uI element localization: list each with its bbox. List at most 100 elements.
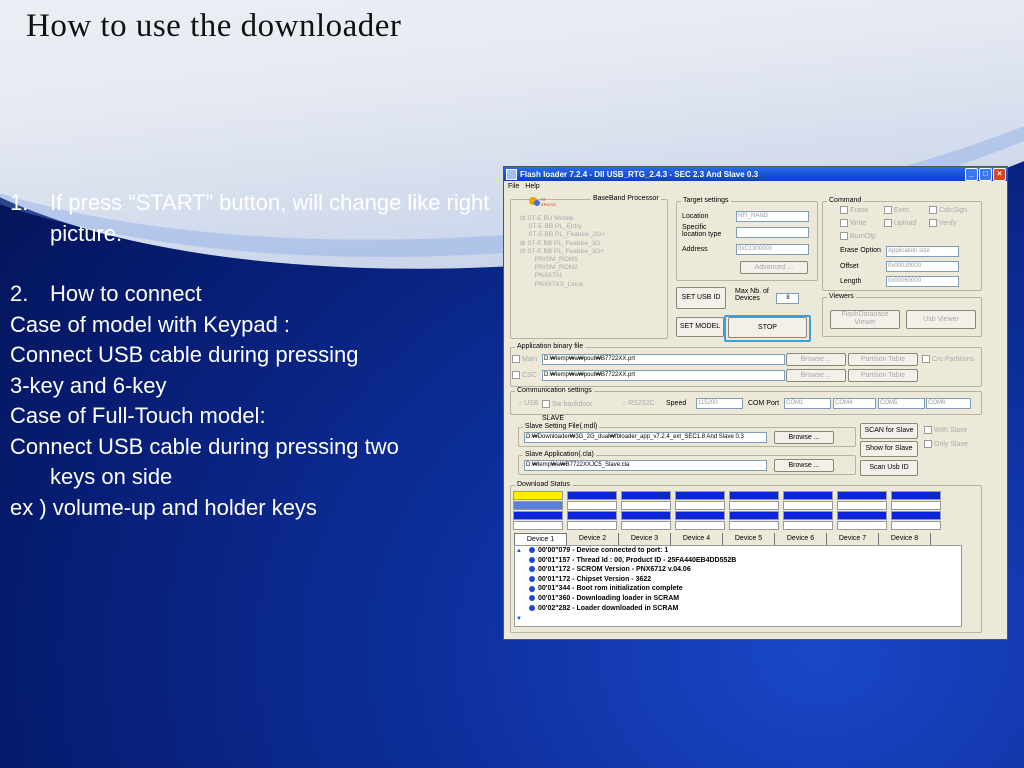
erase-checkbox[interactable] xyxy=(840,206,848,214)
advanced-button[interactable]: Advanced ... xyxy=(740,261,808,274)
erase-option-select[interactable]: Application size xyxy=(886,246,959,257)
specific-location-select[interactable] xyxy=(736,227,809,238)
slave-application-path-field[interactable]: D:₩temp₩a₩B7722XXJC5_Slave.cla xyxy=(524,460,767,471)
progress-cell xyxy=(567,501,617,510)
with-slave-checkbox[interactable] xyxy=(924,426,932,434)
progress-cell xyxy=(783,521,833,530)
flash-loader-window: Flash loader 7.2.4 - Dll USB_RTG_2.4.3 -… xyxy=(503,166,1008,640)
progress-cell xyxy=(621,501,671,510)
menu-help[interactable]: Help xyxy=(525,181,539,192)
offset-field[interactable]: 0x00020000 xyxy=(886,261,959,272)
body-line: Connect USB cable during pressing xyxy=(10,342,359,367)
log-line: 00'01"360 - Downloading loader in SCRAM xyxy=(515,594,961,604)
main-partition-table-button[interactable]: Partition Table xyxy=(848,353,918,366)
progress-cell xyxy=(675,521,725,530)
slave-application-browse-button[interactable]: Browse ... xyxy=(774,459,834,472)
set-model-button[interactable]: SET MODEL xyxy=(676,317,724,337)
progress-cell xyxy=(675,501,725,510)
main-checkbox[interactable] xyxy=(512,355,520,363)
slave-setting-browse-button[interactable]: Browse ... xyxy=(774,431,834,444)
sw-backdoor-checkbox[interactable] xyxy=(542,400,550,408)
info-icon xyxy=(529,566,535,573)
verify-checkbox[interactable] xyxy=(929,219,937,227)
usb-radio[interactable]: ○ USB xyxy=(518,400,539,407)
scroll-down-icon: ▼ xyxy=(516,616,522,622)
address-field[interactable]: 0xC1300000 xyxy=(736,244,809,255)
close-icon[interactable]: × xyxy=(993,167,1006,181)
tab-device-4[interactable]: Device 4 xyxy=(671,533,723,545)
device-log[interactable]: ▲ ▼ 00'00"079 - Device connected to port… xyxy=(514,545,962,627)
slide-title: How to use the downloader xyxy=(26,8,402,44)
stop-highlight xyxy=(724,315,811,342)
body-line: Case of model with Keypad : xyxy=(10,311,291,337)
menu-file[interactable]: File xyxy=(508,181,519,192)
progress-cell xyxy=(567,491,617,500)
log-line: 00'01"172 - Chipset Version - 3622 xyxy=(515,575,961,585)
show-for-slave-button[interactable]: Show for Slave xyxy=(860,441,918,457)
scan-for-slave-button[interactable]: SCAN for Slave xyxy=(860,423,918,439)
progress-cell xyxy=(729,521,779,530)
info-icon xyxy=(529,585,535,592)
burnotp-checkbox[interactable] xyxy=(840,232,848,240)
location-select[interactable]: NFI_NAND xyxy=(736,211,809,222)
log-line: 00'00"079 - Device connected to port: 1 xyxy=(515,546,961,556)
tab-device-7[interactable]: Device 7 xyxy=(827,533,879,545)
window-titlebar: Flash loader 7.2.4 - Dll USB_RTG_2.4.3 -… xyxy=(504,167,1007,181)
exec-checkbox[interactable] xyxy=(884,206,892,214)
scroll-up-icon: ▲ xyxy=(516,548,522,554)
body-line: ex ) volume-up and holder keys xyxy=(10,494,317,520)
calcsign-checkbox[interactable] xyxy=(929,206,937,214)
log-line: 00'02"282 - Loader downloaded in SCRAM xyxy=(515,604,961,614)
set-usb-id-button[interactable]: SET USB ID xyxy=(676,287,726,309)
csc-path-field[interactable]: D:₩temp₩a₩pout₩B7722XX.prt xyxy=(542,370,785,381)
minimize-icon[interactable]: _ xyxy=(965,167,978,181)
baseband-tree[interactable]: ⊟ ST-E BU Mobile ST-E BB PL_Entry ST-E B… xyxy=(520,215,605,289)
tab-device-3[interactable]: Device 3 xyxy=(619,533,671,545)
csc-checkbox[interactable] xyxy=(512,371,520,379)
length-field[interactable]: 0x00060000 xyxy=(886,276,959,287)
com-port-select-1[interactable]: COM1 xyxy=(784,398,831,409)
app-icon xyxy=(506,168,517,180)
progress-cell xyxy=(729,501,779,510)
body-line: 3-key and 6-key xyxy=(10,372,167,398)
only-slave-checkbox[interactable] xyxy=(924,440,932,448)
progress-cell xyxy=(783,491,833,500)
tab-device-6[interactable]: Device 6 xyxy=(775,533,827,545)
progress-cell xyxy=(783,501,833,510)
write-checkbox[interactable] xyxy=(840,219,848,227)
tab-device-5[interactable]: Device 5 xyxy=(723,533,775,545)
progress-cell xyxy=(729,511,779,520)
crc-partitions-checkbox[interactable] xyxy=(922,355,930,363)
menu-bar: File Help xyxy=(504,181,1007,192)
body-line: Case of Full-Touch model: xyxy=(10,403,266,428)
main-browse-button[interactable]: Browse ... xyxy=(786,353,846,366)
slide-body: 1. If press “START” button, will change … xyxy=(10,188,490,523)
progress-cell xyxy=(513,491,563,500)
flash-database-viewer-button[interactable]: FlashDatabase Viewer xyxy=(830,310,900,329)
progress-cell xyxy=(513,521,563,530)
com-port-select-4[interactable]: COM6 xyxy=(926,398,971,409)
progress-cell xyxy=(567,511,617,520)
scan-usb-id-button[interactable]: Scan Usb ID xyxy=(860,460,918,476)
tab-device-8[interactable]: Device 8 xyxy=(879,533,931,545)
progress-cell xyxy=(837,521,887,530)
usb-viewer-button[interactable]: Usb Viewer xyxy=(906,310,976,329)
max-devices-field[interactable]: 8 xyxy=(776,293,799,304)
list-item-1: 1. If press “START” button, will change … xyxy=(10,190,490,246)
com-port-select-2[interactable]: COM4 xyxy=(833,398,876,409)
log-scrollbar[interactable]: ▲ ▼ xyxy=(516,548,526,622)
upload-checkbox[interactable] xyxy=(884,219,892,227)
rs232c-radio[interactable]: ○ RS232C xyxy=(622,400,655,407)
progress-cell xyxy=(891,521,941,530)
maximize-icon[interactable]: □ xyxy=(979,167,992,181)
com-port-select-3[interactable]: COM5 xyxy=(878,398,925,409)
window-title: Flash loader 7.2.4 - Dll USB_RTG_2.4.3 -… xyxy=(520,169,759,179)
slave-setting-path-field[interactable]: D:₩Downloader₩3G_2G_dual₩fbloader_app_v7… xyxy=(524,432,767,443)
speed-select[interactable]: 115200 xyxy=(696,398,743,409)
csc-partition-table-button[interactable]: Partition Table xyxy=(848,369,918,382)
csc-browse-button[interactable]: Browse ... xyxy=(786,369,846,382)
progress-cell xyxy=(783,511,833,520)
svg-text:ERICSSON: ERICSSON xyxy=(541,202,556,207)
main-path-field[interactable]: D:₩temp₩a₩pout₩B7722XX.prt xyxy=(542,354,785,365)
tab-device-2[interactable]: Device 2 xyxy=(567,533,619,545)
